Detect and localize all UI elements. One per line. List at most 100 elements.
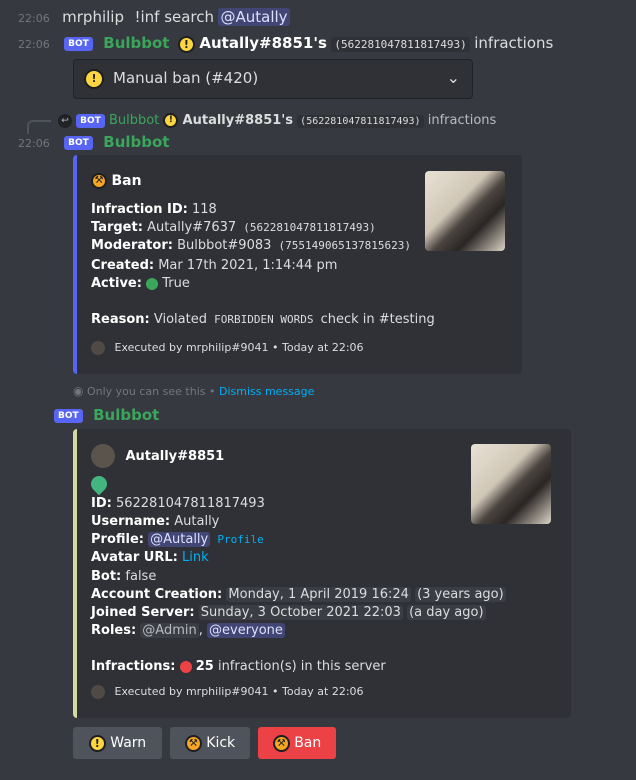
user-mention[interactable]: @Autally [218, 8, 290, 26]
field-roles: Roles: @Admin, @everyone [91, 623, 285, 638]
field-value: Mar 17th 2021, 1:14:44 pm [158, 258, 338, 273]
user-name: Autally#8851's [182, 113, 294, 128]
warn-button[interactable]: ! Warn [73, 727, 162, 759]
field-label: Moderator: [91, 238, 173, 253]
field-id: ID: 562281047811817493 [91, 495, 265, 513]
profile-link[interactable]: Profile [214, 532, 267, 547]
field-value: 562281047811817493 [115, 496, 265, 511]
suffix-text: infractions [427, 113, 497, 128]
message-3: 22:06 BOT Bulbbot [18, 133, 169, 151]
field-account-creation: Account Creation: Monday, 1 April 2019 1… [91, 586, 506, 604]
field-label: Reason: [91, 312, 150, 327]
role-mention[interactable]: @everyone [207, 623, 285, 638]
field-label: Joined Server: [91, 605, 195, 620]
timestamp-value: Monday, 1 April 2019 16:24 [226, 587, 411, 602]
relative-time: (a day ago) [407, 605, 486, 620]
field-joined-server: Joined Server: Sunday, 3 October 2021 22… [91, 604, 486, 622]
boot-icon: ⚒ [184, 734, 202, 752]
field-value: false [125, 569, 157, 584]
field-avatar-url: Avatar URL: Link [91, 549, 209, 567]
field-value: infraction(s) in this server [217, 659, 386, 674]
field-created: Created: Mar 17th 2021, 1:14:44 pm [91, 257, 337, 275]
hammer-icon: ⚒ [272, 734, 290, 752]
ban-button[interactable]: ⚒ Ban [258, 727, 336, 759]
message-1: 22:06 mrphilip !inf search @Autally [18, 8, 290, 26]
field-label: Account Creation: [91, 587, 223, 602]
field-label: Avatar URL: [91, 550, 178, 565]
field-label: Username: [91, 514, 171, 529]
thumbnail-image[interactable] [425, 171, 505, 251]
field-label: ID: [91, 496, 112, 511]
field-profile: Profile: @Autally Profile [91, 531, 267, 549]
message-4: BOT Bulbbot [54, 406, 159, 424]
timestamp: 22:06 [18, 38, 50, 51]
role-mention[interactable]: @Admin [140, 623, 199, 638]
embed-title: ⚒ Ban [91, 173, 142, 189]
suffix-text: infractions [474, 34, 554, 52]
field-label: Roles: [91, 623, 137, 638]
user-name: Autally#8851's [199, 34, 327, 52]
field-label: Created: [91, 258, 155, 273]
warning-icon: ! [177, 35, 195, 53]
field-label: Infractions: [91, 659, 176, 674]
embed-footer: Executed by mrphilip#9041 • Today at 22:… [91, 341, 364, 355]
author-avatar [91, 444, 115, 468]
field-value: Autally [174, 514, 220, 529]
author-name[interactable]: Bulbbot [103, 133, 169, 151]
field-code: (562281047811817493) [240, 220, 379, 235]
warning-icon: ! [88, 734, 106, 752]
pushpin-icon [87, 472, 111, 496]
dismiss-message-link[interactable]: Dismiss message [219, 385, 314, 398]
field-label: Infraction ID: [91, 202, 188, 217]
field-code: FORBIDDEN WORDS [211, 312, 317, 327]
select-value: Manual ban (#420) [113, 69, 259, 87]
red-circle-icon [179, 660, 192, 673]
ephemeral-note: ◉ Only you can see this • Dismiss messag… [73, 384, 314, 398]
thumbnail-image[interactable] [471, 444, 551, 524]
user-id: (562281047811817493) [331, 37, 470, 52]
warning-icon: ! [163, 113, 179, 128]
reply-preview[interactable]: ↩ BOT Bulbbot ! Autally#8851's (56228104… [58, 113, 496, 128]
footer-avatar [91, 341, 105, 355]
embed-footer: Executed by mrphilip#9041 • Today at 22:… [91, 685, 364, 699]
kick-button[interactable]: ⚒ Kick [170, 727, 250, 759]
field-moderator: Moderator: Bulbbot#9083 (755149065137815… [91, 237, 414, 255]
button-label: Kick [206, 735, 236, 751]
author-name: Bulbbot [108, 113, 160, 128]
green-circle-icon [146, 277, 159, 290]
bot-tag: BOT [54, 409, 83, 423]
field-reason: Reason: Violated FORBIDDEN WORDS check i… [91, 311, 435, 329]
author-name[interactable]: Bulbbot [93, 406, 159, 424]
footer-text: Executed by mrphilip#9041 • Today at 22:… [114, 685, 364, 698]
author-name[interactable]: mrphilip [62, 8, 124, 26]
embed-author: Autally#8851 [91, 444, 224, 468]
field-label: Profile: [91, 532, 144, 547]
avatar-link[interactable]: Link [182, 550, 209, 565]
field-target: Target: Autally#7637 (562281047811817493… [91, 219, 379, 237]
infraction-select[interactable]: ! Manual ban (#420) ⌄ [73, 59, 473, 99]
command-text: !inf search [134, 8, 215, 26]
relative-time: (3 years ago) [415, 587, 506, 602]
user-info-embed: Autally#8851 ID: 562281047811817493 User… [73, 429, 571, 718]
footer-avatar [91, 685, 105, 699]
infraction-count: 25 [195, 659, 214, 674]
bot-tag: BOT [64, 136, 93, 150]
footer-text: Executed by mrphilip#9041 • Today at 22:… [114, 341, 364, 354]
field-value: True [162, 276, 190, 291]
bot-tag: BOT [64, 37, 93, 51]
field-value: 118 [192, 202, 217, 217]
reply-connector [27, 120, 51, 134]
profile-mention[interactable]: @Autally [148, 532, 211, 547]
hammer-icon: ⚒ [91, 173, 107, 189]
ban-embed: ⚒ Ban Infraction ID: 118 Target: Autally… [73, 155, 522, 374]
field-value: check in #testing [320, 312, 435, 327]
embed-title-text: Ban [111, 173, 142, 189]
reply-icon: ↩ [58, 113, 72, 128]
eye-icon: ◉ [73, 384, 84, 398]
author-name[interactable]: Bulbbot [103, 34, 169, 52]
field-code: (755149065137815623) [275, 238, 414, 253]
warning-icon: ! [84, 69, 104, 89]
timestamp: 22:06 [18, 137, 50, 150]
embed-author-name: Autally#8851 [125, 449, 225, 464]
user-id: (562281047811817493) [297, 115, 424, 128]
